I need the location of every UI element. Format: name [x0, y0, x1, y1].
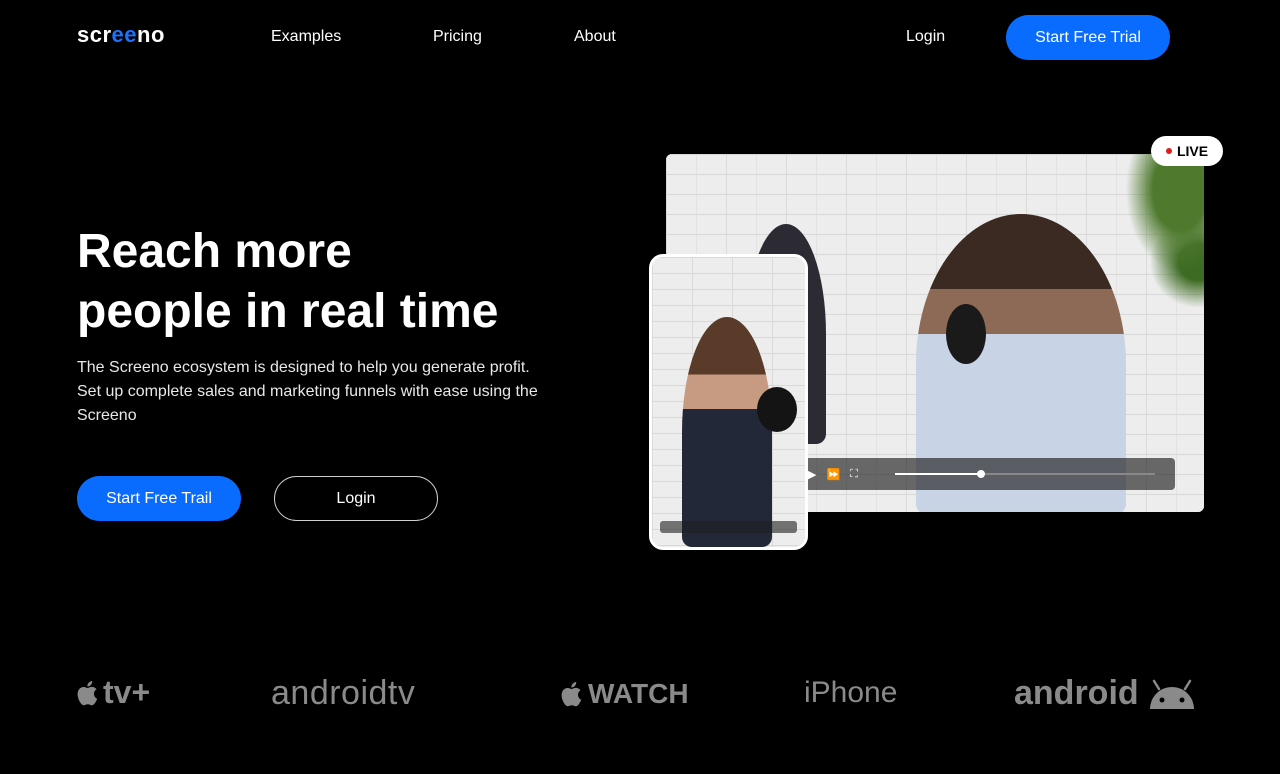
- phone-microphone: [757, 387, 797, 432]
- phone-video-preview[interactable]: [649, 254, 808, 550]
- video-progress-bar[interactable]: [895, 470, 1155, 478]
- nav-link-pricing[interactable]: Pricing: [433, 28, 482, 46]
- iphone-logo: iPhone: [804, 676, 898, 709]
- video-progress-knob[interactable]: [976, 470, 985, 478]
- video-microphone: [946, 304, 986, 364]
- live-dot-icon: [1165, 148, 1172, 154]
- android-label: android: [1014, 674, 1139, 712]
- apple-icon: [77, 680, 98, 705]
- android-logo: android: [1014, 674, 1197, 713]
- live-badge: LIVE: [1151, 136, 1223, 166]
- nav-login-link[interactable]: Login: [906, 28, 945, 46]
- phone-person: [682, 317, 772, 547]
- logo-accent: ee: [111, 22, 138, 47]
- fullscreen-icon[interactable]: ⛶: [850, 468, 858, 481]
- hero-title-line2: people in real time: [77, 285, 499, 338]
- android-robot-icon: [1149, 679, 1194, 709]
- hero-start-free-trail-button[interactable]: Start Free Trail: [77, 476, 241, 521]
- apple-tv-logo: tv+: [77, 674, 150, 711]
- apple-watch-logo: WATCH: [561, 678, 689, 710]
- start-free-trial-button[interactable]: Start Free Trial: [1006, 15, 1170, 60]
- hero-login-button[interactable]: Login: [274, 476, 438, 521]
- platform-logos: tv+ androidtv WATCH iPhone android: [0, 670, 1280, 730]
- nav-link-examples[interactable]: Examples: [271, 28, 341, 46]
- play-icon[interactable]: ▶: [808, 468, 816, 481]
- hero-title-line1: Reach more: [77, 225, 352, 278]
- apple-watch-label: WATCH: [588, 678, 689, 709]
- apple-watch-icon: [561, 682, 582, 707]
- logo[interactable]: screeno: [77, 22, 165, 48]
- logo-text: screeno: [77, 22, 165, 47]
- phone-video-controls: [660, 521, 797, 533]
- nav-link-about[interactable]: About: [574, 28, 616, 46]
- apple-tv-label: tv+: [103, 674, 151, 710]
- fast-forward-icon[interactable]: ⏩: [826, 468, 840, 481]
- hero-title: Reach more people in real time: [77, 222, 597, 342]
- android-tv-logo: androidtv: [271, 674, 416, 712]
- hero-description: The Screeno ecosystem is designed to hel…: [77, 359, 538, 424]
- live-badge-label: LIVE: [1176, 143, 1209, 159]
